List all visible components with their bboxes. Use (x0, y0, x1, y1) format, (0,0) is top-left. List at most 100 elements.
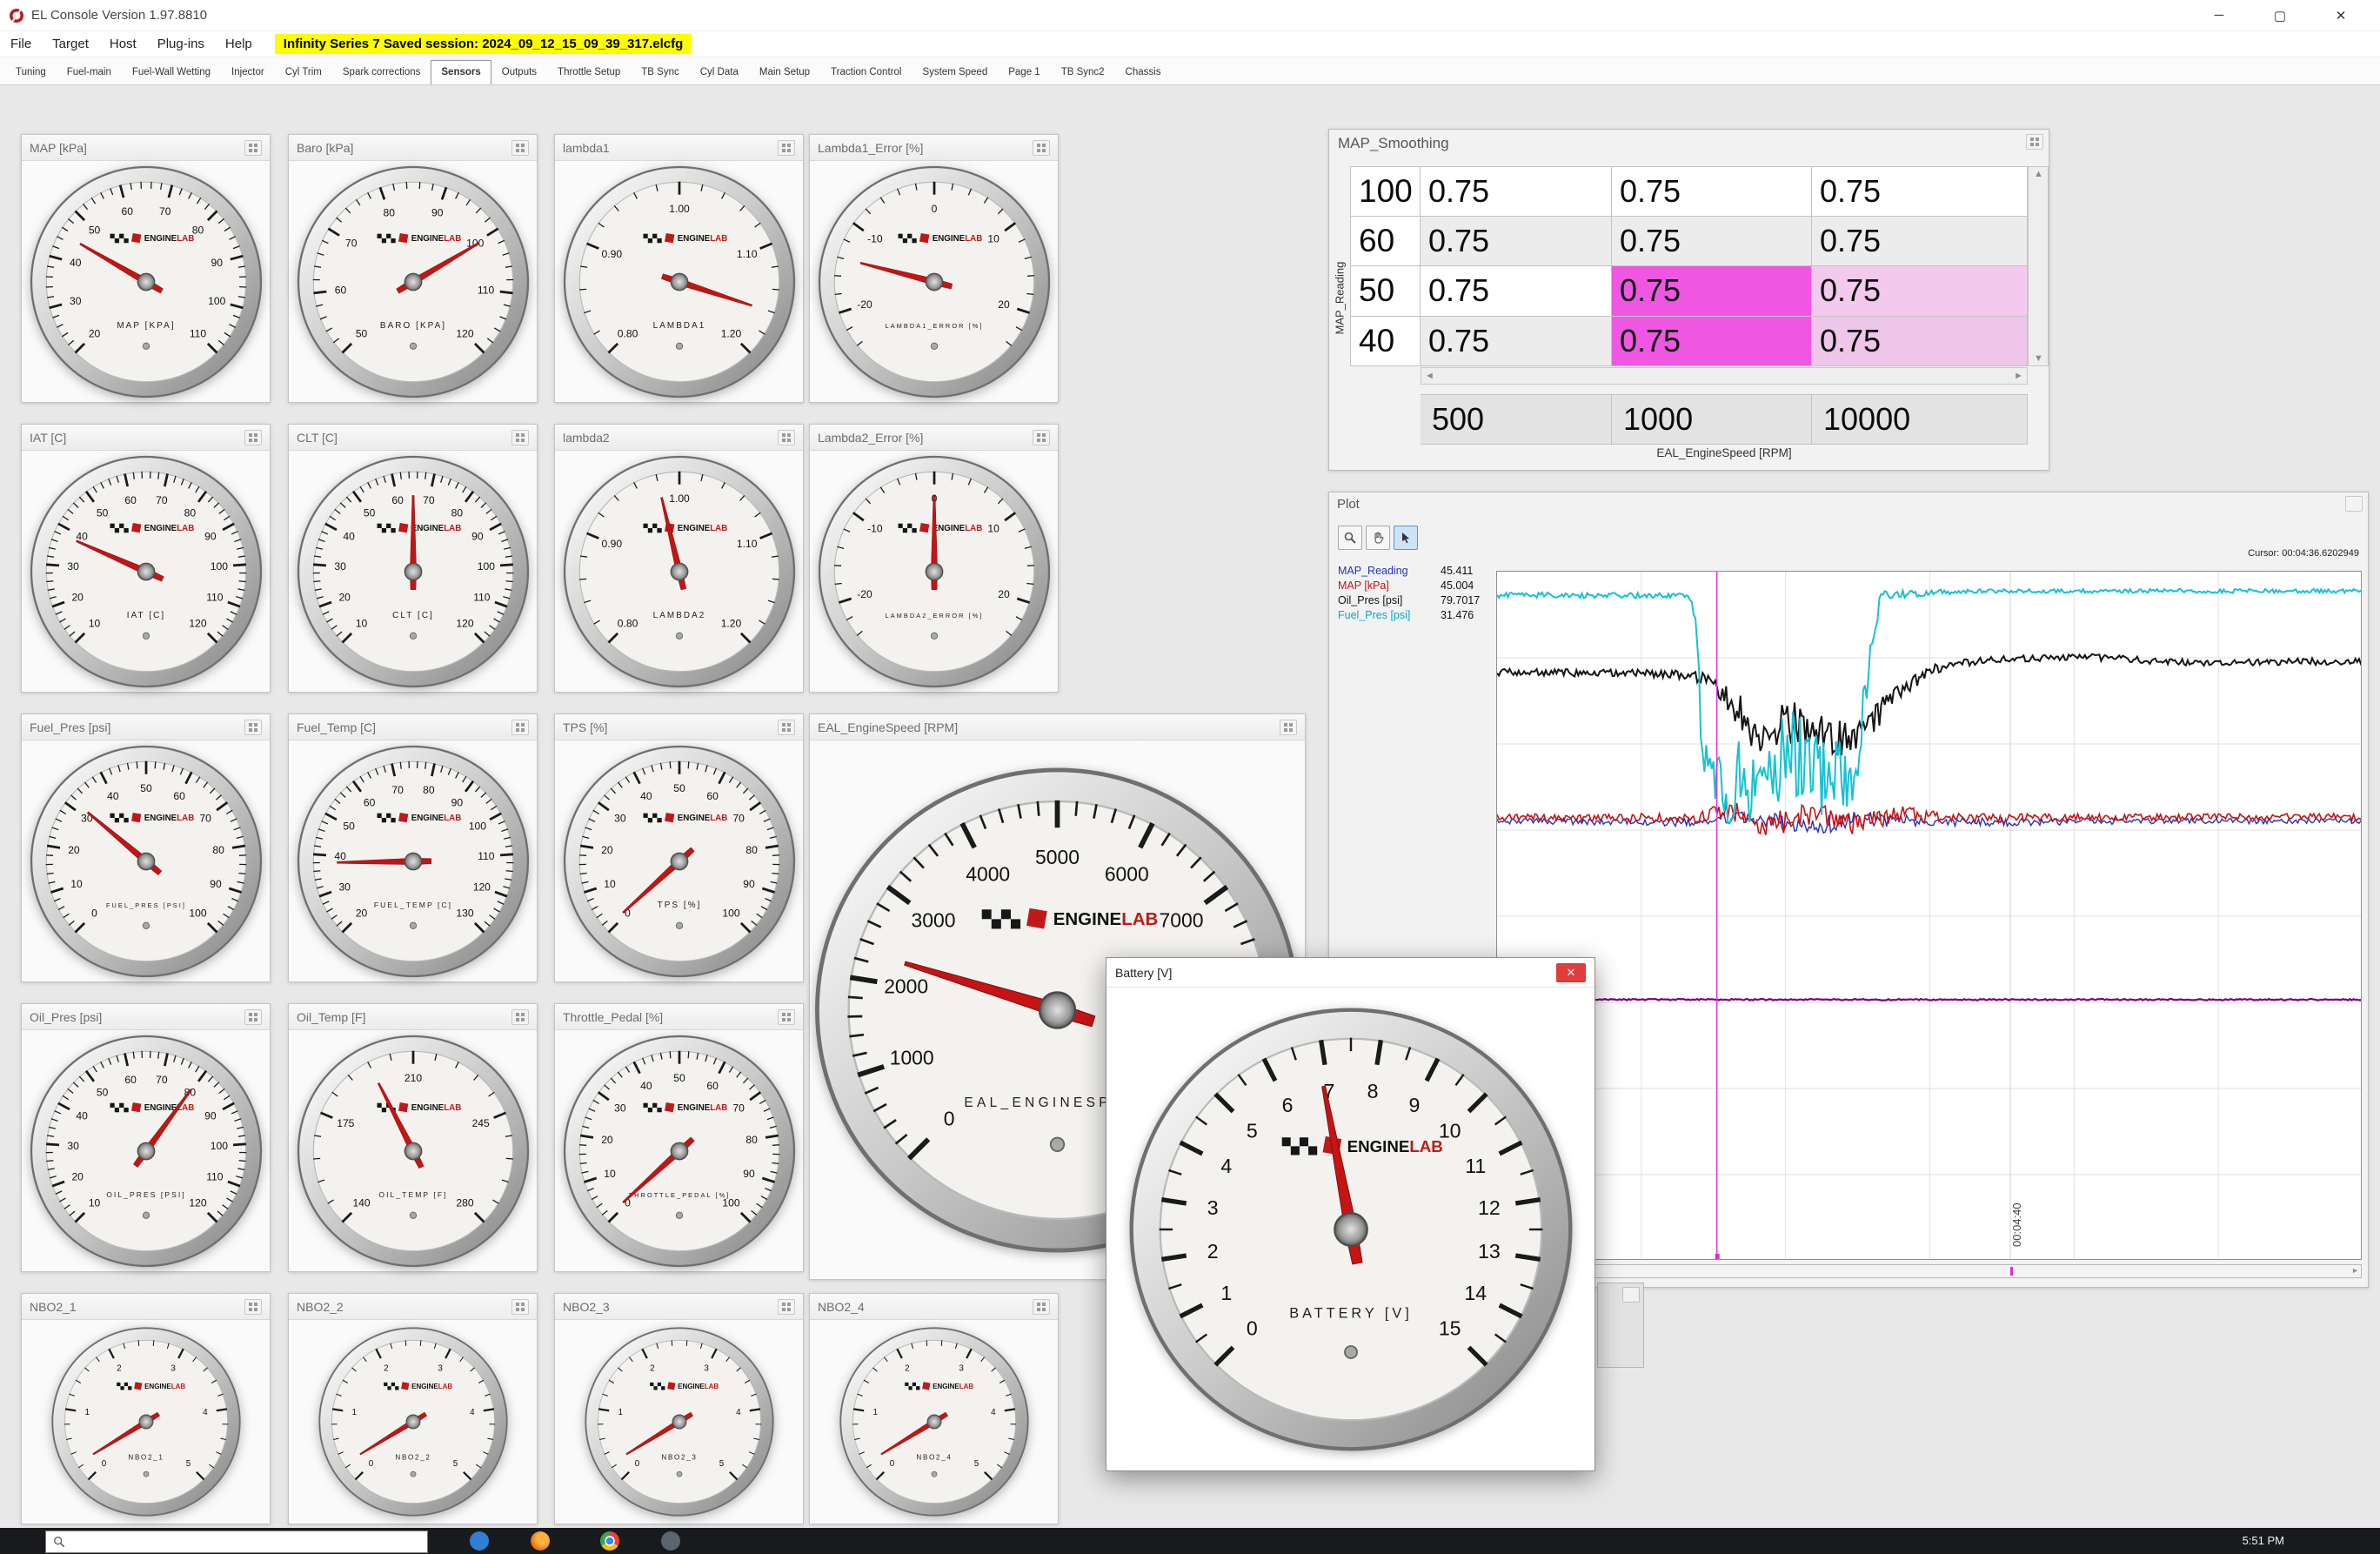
tab-traction-control[interactable]: Traction Control (820, 60, 912, 84)
table-col-header[interactable]: 500 (1421, 394, 1612, 445)
tab-tuning[interactable]: Tuning (5, 60, 57, 84)
svg-text:30: 30 (67, 1140, 79, 1152)
panel-menu-button[interactable] (244, 1009, 262, 1025)
close-window-button[interactable]: ✕ (2310, 0, 2371, 31)
menu-item-help[interactable]: Help (215, 31, 263, 57)
gauge-lambda2-error: -20-1001020ENGINELABLAMBDA2_ERROR [%] (816, 453, 1053, 690)
battery-window-titlebar[interactable]: Battery [V] ✕ (1106, 958, 1594, 988)
panel-menu-button[interactable] (1033, 1299, 1050, 1315)
tab-sensors[interactable]: Sensors (431, 60, 491, 84)
table-row-header[interactable]: 60 (1350, 217, 1421, 267)
panel-options-icon (1036, 143, 1046, 153)
panel-menu-button[interactable] (511, 720, 529, 735)
tab-cyl-data[interactable]: Cyl Data (690, 60, 749, 84)
tab-system-speed[interactable]: System Speed (912, 60, 998, 84)
tab-spark-corrections[interactable]: Spark corrections (332, 60, 431, 84)
taskbar-search-box[interactable] (45, 1531, 428, 1553)
table-cell[interactable]: 0.75 (1421, 266, 1612, 317)
svg-text:1: 1 (872, 1408, 877, 1417)
plot-panel-menu-button[interactable] (2345, 496, 2363, 512)
table-col-header[interactable]: 1000 (1612, 394, 1812, 445)
panel-menu-button[interactable] (778, 1299, 795, 1315)
close-button[interactable]: ✕ (1556, 963, 1586, 982)
panel-menu-button[interactable] (244, 720, 262, 735)
svg-text:60: 60 (706, 1080, 719, 1092)
panel-menu-button[interactable] (1033, 430, 1050, 445)
table-cell[interactable]: 0.75 (1612, 266, 1812, 317)
legend-item: Oil_Pres [psi]79.7017 (1338, 593, 1480, 608)
gauge-screw (410, 633, 416, 639)
tab-tb-sync[interactable]: TB Sync (631, 60, 689, 84)
tab-main-setup[interactable]: Main Setup (749, 60, 820, 84)
table-cell[interactable]: 0.75 (1812, 217, 2028, 267)
tab-throttle-setup[interactable]: Throttle Setup (547, 60, 631, 84)
pan-tool-button[interactable] (1366, 526, 1390, 550)
gauge-hub (1334, 1213, 1367, 1245)
app-icon-taskbar[interactable] (661, 1531, 680, 1551)
tab-tb-sync2[interactable]: TB Sync2 (1051, 60, 1115, 84)
panel-menu-button[interactable] (2026, 134, 2043, 150)
svg-text:50: 50 (96, 506, 108, 519)
chrome-icon[interactable] (600, 1531, 619, 1551)
table-cell[interactable]: 0.75 (1612, 317, 1812, 367)
panel-menu-button[interactable] (1280, 720, 1297, 735)
table-cell[interactable]: 0.75 (1421, 166, 1612, 217)
panel-menu-button[interactable] (778, 430, 795, 445)
minimize-button[interactable]: ─ (2189, 0, 2250, 31)
cursor-tool-button[interactable] (1394, 526, 1418, 550)
scroll-up-icon[interactable]: ▲ (2034, 169, 2043, 179)
table-cell[interactable]: 0.75 (1812, 266, 2028, 317)
table-col-header[interactable]: 10000 (1812, 394, 2028, 445)
table-row-header[interactable]: 50 (1350, 266, 1421, 317)
svg-text:-20: -20 (857, 298, 872, 311)
panel-menu-button[interactable] (778, 140, 795, 156)
tab-outputs[interactable]: Outputs (491, 60, 547, 84)
panel-menu-button[interactable] (778, 720, 795, 735)
table-cell[interactable]: 0.75 (1421, 317, 1612, 367)
tab-page-1[interactable]: Page 1 (998, 60, 1050, 84)
edge-browser-icon[interactable] (470, 1531, 489, 1551)
firefox-icon[interactable] (531, 1531, 550, 1551)
panel-menu-button[interactable] (778, 1009, 795, 1025)
maximize-button[interactable]: ▢ (2250, 0, 2310, 31)
plot-scrollbar[interactable]: ◄ ► (1496, 1264, 2362, 1278)
table-cell[interactable]: 0.75 (1421, 217, 1612, 267)
scroll-right-icon[interactable]: ► (2351, 1266, 2359, 1275)
tab-injector[interactable]: Injector (221, 60, 275, 84)
tab-fuel-wall-wetting[interactable]: Fuel-Wall Wetting (122, 60, 221, 84)
panel-menu-button[interactable] (511, 430, 529, 445)
tab-cyl-trim[interactable]: Cyl Trim (275, 60, 332, 84)
scroll-down-icon[interactable]: ▼ (2034, 353, 2043, 364)
panel-menu-button[interactable] (511, 140, 529, 156)
scroll-right-icon[interactable]: ► (2014, 371, 2023, 381)
menu-item-file[interactable]: File (0, 31, 42, 57)
menu-item-host[interactable]: Host (99, 31, 147, 57)
panel-menu-button[interactable] (511, 1009, 529, 1025)
gauge-hub (671, 853, 688, 870)
table-cell[interactable]: 0.75 (1612, 166, 1812, 217)
panel-menu-button[interactable] (244, 140, 262, 156)
table-cell[interactable]: 0.75 (1612, 217, 1812, 267)
table-cell[interactable]: 0.75 (1812, 317, 2028, 367)
menu-item-target[interactable]: Target (42, 31, 99, 57)
panel-options-icon (781, 432, 792, 443)
gauge-face-label: NBO2_4 (916, 1453, 952, 1461)
panel-menu-button[interactable] (244, 430, 262, 445)
tab-fuel-main[interactable]: Fuel-main (57, 60, 122, 84)
svg-text:50: 50 (343, 820, 355, 832)
scroll-left-icon[interactable]: ◄ (1425, 371, 1434, 381)
panel-menu-button[interactable] (244, 1299, 262, 1315)
search-input[interactable] (72, 1536, 403, 1549)
plot-canvas[interactable]: 00:04:40 (1496, 571, 2362, 1260)
menu-item-plug-ins[interactable]: Plug-ins (147, 31, 215, 57)
table-row-header[interactable]: 40 (1350, 317, 1421, 367)
tab-chassis[interactable]: Chassis (1115, 60, 1172, 84)
table-row-header[interactable]: 100 (1350, 166, 1421, 217)
table-cell[interactable]: 0.75 (1812, 166, 2028, 217)
zoom-tool-button[interactable] (1338, 526, 1362, 550)
table-hscrollbar[interactable]: ◄► (1421, 367, 2028, 385)
panel-menu-button[interactable] (1622, 1287, 1640, 1303)
panel-menu-button[interactable] (511, 1299, 529, 1315)
table-vscrollbar[interactable]: ▲▼ (2028, 166, 2049, 366)
panel-menu-button[interactable] (1033, 140, 1050, 156)
